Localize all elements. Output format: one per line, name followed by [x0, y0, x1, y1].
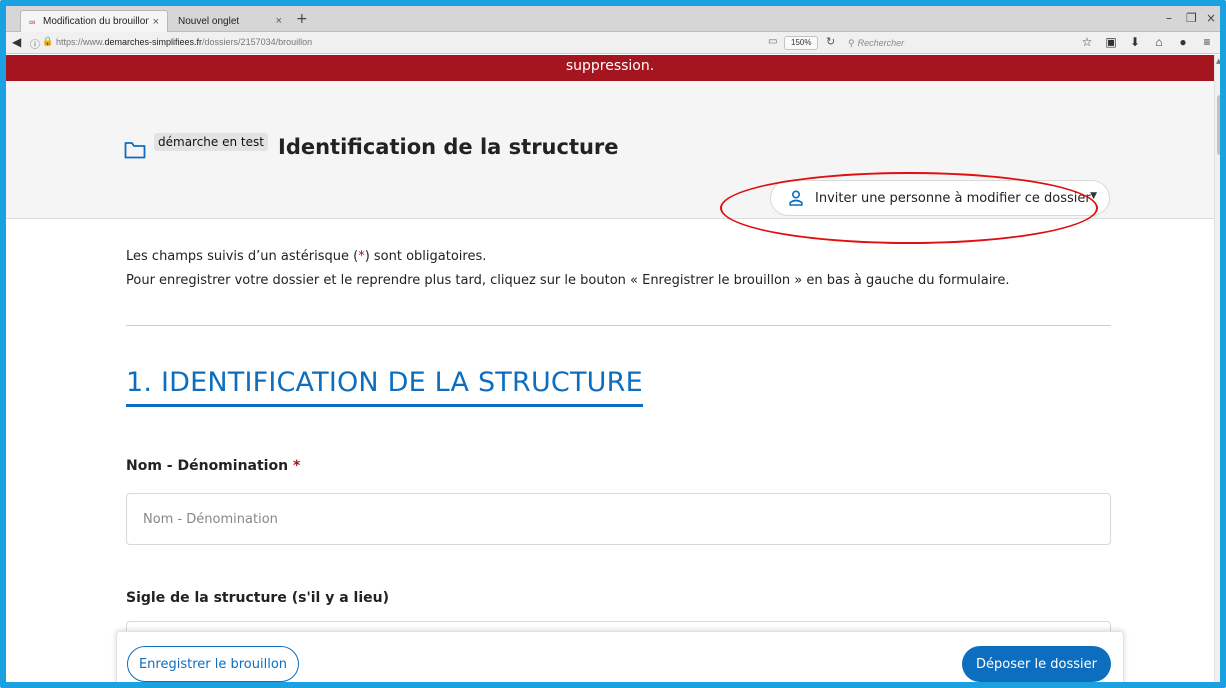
url-path: /dossiers/2157034/brouillon [202, 37, 313, 47]
procedure-title: Identification de la structure [278, 135, 619, 159]
tab-label: Modification du brouillon ... [43, 16, 149, 27]
alert-banner: suppression. [6, 55, 1214, 81]
scroll-up-icon[interactable]: ▲ [1216, 57, 1220, 65]
intro-text: ) sont obligatoires. [364, 249, 487, 264]
reading-list-icon[interactable]: ▣ [1104, 35, 1118, 49]
toolbar-icons: ☆ ▣ ⬇ ⌂ ● ≡ [1080, 35, 1214, 49]
extension-icon[interactable]: ● [1176, 35, 1190, 49]
minimize-icon[interactable]: – [1166, 11, 1172, 25]
reload-icon[interactable]: ↻ [826, 35, 835, 48]
back-arrow-icon[interactable]: ◀ [12, 35, 21, 49]
reader-view-icon[interactable]: ▭ [768, 36, 777, 47]
search-icon: ⚲ [848, 38, 855, 48]
folder-icon [124, 142, 146, 159]
window-close-icon[interactable]: × [1206, 11, 1216, 25]
form-action-bar: Enregistrer le brouillon Déposer le doss… [116, 631, 1124, 682]
vertical-scrollbar[interactable]: ▲ [1214, 55, 1220, 682]
star-icon[interactable]: ☆ [1080, 35, 1094, 49]
page-viewport: suppression. démarche en test Identifica… [6, 55, 1214, 682]
required-asterisk: * [292, 458, 301, 474]
site-favicon-icon: ∞ [29, 16, 36, 27]
save-draft-button[interactable]: Enregistrer le brouillon [127, 646, 299, 682]
caret-down-icon: ▼ [1090, 191, 1097, 201]
label-text: Nom - Dénomination [126, 458, 289, 474]
form-intro: Les champs suivis d’un astérisque (*) so… [126, 245, 1010, 293]
invite-button-label: Inviter une personne à modifier ce dossi… [815, 190, 1091, 206]
scrollbar-thumb[interactable] [1217, 95, 1220, 155]
restore-icon[interactable]: ❐ [1186, 11, 1197, 25]
url-scheme: https://www. [56, 37, 105, 47]
zoom-level-badge[interactable]: 150% [784, 36, 819, 50]
sigle-field-label: Sigle de la structure (s'il y a lieu) [126, 590, 389, 606]
screenshot-frame: ∞ Modification du brouillon ... × Nouvel… [0, 0, 1226, 688]
required-fields-note: Les champs suivis d’un astérisque (*) so… [126, 245, 1010, 269]
test-procedure-badge: démarche en test [154, 133, 268, 151]
tab-close-icon[interactable]: × [153, 16, 159, 28]
url-field[interactable]: https://www.demarches-simplifiees.fr/dos… [56, 37, 312, 47]
divider [126, 325, 1111, 326]
lock-icon[interactable]: 🔒 [42, 36, 53, 47]
section-title: 1. IDENTIFICATION DE LA STRUCTURE [126, 367, 643, 407]
search-field[interactable]: ⚲ Rechercher [844, 35, 1024, 51]
procedure-header: démarche en test Identification de la st… [6, 81, 1214, 244]
nom-field-label: Nom - Dénomination * [126, 458, 300, 474]
invite-person-button[interactable]: Inviter une personne à modifier ce dossi… [770, 180, 1110, 216]
save-draft-note: Pour enregistrer votre dossier et le rep… [126, 273, 1010, 288]
new-tab-button[interactable]: + [296, 11, 308, 27]
tab-nouvel-onglet[interactable]: Nouvel onglet × [170, 10, 290, 32]
tab-modification-brouillon[interactable]: ∞ Modification du brouillon ... × [20, 10, 168, 32]
browser-tab-bar: ∞ Modification du brouillon ... × Nouvel… [6, 6, 1220, 32]
search-placeholder: Rechercher [857, 38, 905, 48]
info-icon[interactable]: ⓘ [30, 36, 40, 51]
intro-text: Les champs suivis d’un astérisque ( [126, 249, 359, 264]
home-icon[interactable]: ⌂ [1152, 35, 1166, 49]
submit-dossier-button[interactable]: Déposer le dossier [962, 646, 1111, 682]
download-icon[interactable]: ⬇ [1128, 35, 1142, 49]
browser-nav-bar: ◀ ⓘ 🔒 https://www.demarches-simplifiees.… [6, 32, 1220, 54]
user-icon [789, 190, 803, 206]
menu-icon[interactable]: ≡ [1200, 35, 1214, 49]
tab-label: Nouvel onglet [178, 15, 240, 27]
nom-denomination-input[interactable] [126, 493, 1111, 545]
tab-close-icon[interactable]: × [276, 15, 282, 27]
url-host: demarches-simplifiees.fr [104, 37, 203, 47]
